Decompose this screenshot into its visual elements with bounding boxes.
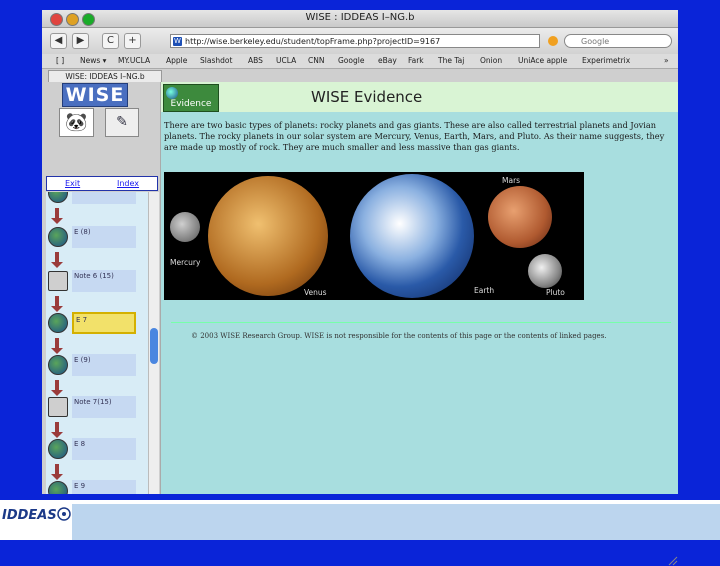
mars-image <box>488 186 552 248</box>
globe-icon <box>48 481 68 494</box>
step-list: ... E (8) Note 6 (15) E 7 <box>46 192 152 494</box>
pluto-label: Pluto <box>546 288 565 297</box>
address-bar[interactable]: W http://wise.berkeley.edu/student/topFr… <box>170 34 540 48</box>
mars-label: Mars <box>502 176 521 185</box>
globe-icon <box>48 439 68 459</box>
tab-wise[interactable]: WISE: IDDEAS I–NG.b <box>48 70 162 82</box>
step-label: Note 6 (15) <box>72 270 136 292</box>
earth-image <box>350 174 474 298</box>
planets-image: Mercury Venus Earth Mars Pluto <box>164 172 584 300</box>
step-item[interactable]: Note 6 (15) <box>46 268 152 294</box>
step-label: E (8) <box>72 226 136 248</box>
bookmarks-more-icon[interactable]: » <box>664 56 669 65</box>
evidence-tab[interactable]: Evidence <box>163 84 219 112</box>
add-bookmark-button[interactable]: + <box>124 33 141 49</box>
step-label: E (9) <box>72 354 136 376</box>
resize-grip-icon[interactable] <box>666 554 678 566</box>
bookmark-cnn[interactable]: CNN <box>308 56 324 65</box>
footer-band <box>72 504 720 540</box>
venus-label: Venus <box>304 288 327 297</box>
index-link[interactable]: Index <box>117 177 139 190</box>
step-item[interactable]: Note 7(15) <box>46 394 152 420</box>
bookmark-my-ucla[interactable]: MY.UCLA <box>118 56 150 65</box>
bookmark-apple[interactable]: Apple <box>166 56 187 65</box>
step-label: Note 7(15) <box>72 396 136 418</box>
exit-link[interactable]: Exit <box>65 177 80 190</box>
back-button[interactable]: ◀ <box>50 33 67 49</box>
iddeas-logo: IDDEAS <box>2 504 72 538</box>
panda-icon[interactable]: 🐼 <box>59 108 94 137</box>
search-input[interactable]: Google <box>564 34 672 48</box>
pluto-image <box>528 254 562 288</box>
step-item[interactable]: E 9 <box>46 478 152 494</box>
step-label: E 9 <box>72 480 136 494</box>
bookmark-onion[interactable]: Onion <box>480 56 502 65</box>
bookmark-uniace-apple[interactable]: UniAce apple <box>518 56 567 65</box>
globe-icon <box>48 355 68 375</box>
scrollbar-thumb[interactable] <box>150 328 158 364</box>
step-item[interactable]: E (9) <box>46 352 152 378</box>
bookmark-fark[interactable]: Fark <box>408 56 424 65</box>
step-label: E 7 <box>72 312 136 334</box>
forward-button[interactable]: ▶ <box>72 33 89 49</box>
browser-window: WISE : IDDEAS I–NG.b ◀ ▶ C + W http://wi… <box>42 10 678 566</box>
step-item[interactable]: E 8 <box>46 436 152 462</box>
address-bar-url: http://wise.berkeley.edu/student/topFram… <box>185 37 441 46</box>
reload-button[interactable]: C <box>102 33 119 49</box>
iddeas-logo-text: IDDEAS <box>2 508 57 523</box>
evidence-tab-label: Evidence <box>170 99 212 109</box>
search-placeholder: Google <box>581 37 610 46</box>
globe-icon <box>166 87 178 99</box>
page-content: WISE 🐼 ✎ Exit Index ... E (8) <box>42 82 678 566</box>
bookmark-ucla[interactable]: UCLA <box>276 56 296 65</box>
site-favicon-icon: W <box>173 37 182 46</box>
bookmark-the-taj[interactable]: The Taj <box>438 56 464 65</box>
note-icon <box>48 397 68 417</box>
wise-logo: WISE <box>62 83 128 107</box>
bookmark-slashdot[interactable]: Slashdot <box>200 56 232 65</box>
copyright-text: © 2003 WISE Research Group. WISE is not … <box>191 332 607 340</box>
evidence-header: Evidence WISE Evidence <box>161 82 678 112</box>
browser-toolbar: ◀ ▶ C + W http://wise.berkeley.edu/stude… <box>42 28 678 54</box>
bookmarks-toggle-button[interactable]: [ ] <box>56 56 64 65</box>
title-bar: WISE : IDDEAS I–NG.b <box>42 10 678 28</box>
iddeas-swirl-icon <box>57 507 71 521</box>
mercury-label: Mercury <box>170 258 201 267</box>
window-title: WISE : IDDEAS I–NG.b <box>305 12 415 23</box>
bookmark-google[interactable]: Google <box>338 56 364 65</box>
earth-label: Earth <box>474 286 495 295</box>
venus-image <box>208 176 328 296</box>
evidence-frame: Evidence WISE Evidence There are two bas… <box>161 82 678 494</box>
globe-icon <box>48 313 68 333</box>
globe-icon <box>48 192 68 203</box>
evidence-body-text: There are two basic types of planets: ro… <box>164 120 665 152</box>
step-label: ... <box>72 192 136 204</box>
rss-icon[interactable] <box>548 36 558 46</box>
divider <box>171 322 671 323</box>
step-list-scrollbar[interactable] <box>148 192 159 494</box>
globe-icon <box>48 227 68 247</box>
bookmarks-bar: [ ] News ▾ MY.UCLA Apple Slashdot ABS UC… <box>42 54 678 69</box>
step-label: E 8 <box>72 438 136 460</box>
mercury-image <box>170 212 200 242</box>
note-icon <box>48 271 68 291</box>
step-item[interactable]: ... <box>46 192 152 206</box>
notes-icon[interactable]: ✎ <box>105 108 139 137</box>
bookmark-abs[interactable]: ABS <box>248 56 263 65</box>
exit-index-bar: Exit Index <box>46 176 158 191</box>
tab-bar: WISE: IDDEAS I–NG.b <box>42 69 678 83</box>
bookmark-news[interactable]: News ▾ <box>80 56 106 65</box>
wise-navigation-frame: WISE 🐼 ✎ Exit Index ... E (8) <box>42 82 161 494</box>
bookmark-experimetrix[interactable]: Experimetrix <box>582 56 630 65</box>
page-title: WISE Evidence <box>311 88 423 106</box>
step-item[interactable]: E (8) <box>46 224 152 250</box>
step-item-active[interactable]: E 7 <box>46 310 152 336</box>
bookmark-ebay[interactable]: eBay <box>378 56 397 65</box>
